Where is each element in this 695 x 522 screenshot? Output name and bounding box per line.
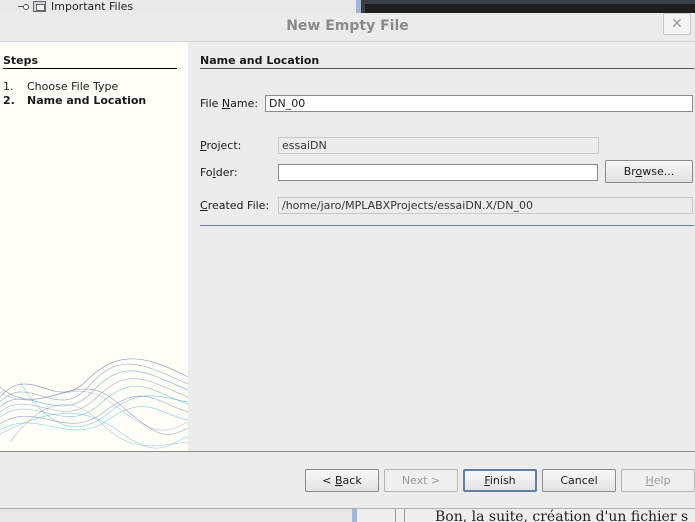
file-name-input[interactable]: DN_00 [265,95,693,112]
help-button[interactable]: Help [621,469,695,492]
background-editor-top [356,0,695,13]
section-separator [200,225,694,226]
background-document-text: Bon, la suite, création d'un fichier s [435,509,689,522]
tree-item-important-files[interactable]: Important Files [18,0,133,13]
dialog-titlebar[interactable]: New Empty File ✕ [0,13,695,42]
cancel-button[interactable]: Cancel [542,469,616,492]
folder-input[interactable] [278,164,598,181]
created-file-label: Created File: [200,199,270,212]
step-choose-file-type: 1. Choose File Type [3,80,119,93]
close-icon[interactable]: ✕ [663,13,691,35]
finish-button[interactable]: Finish [463,469,537,492]
step-name-and-location: 2. Name and Location [3,94,147,107]
new-empty-file-dialog: New Empty File ✕ Steps 1. Choose File Typ… [0,13,695,509]
tree-item-label: Important Files [51,0,134,13]
project-field: essaiDN [278,137,599,154]
tree-expand-icon[interactable] [18,2,29,12]
steps-panel: Steps 1. Choose File Type 2. Name and Loca… [0,42,188,451]
project-label: Project: [200,139,242,152]
next-button[interactable]: Next > [384,469,458,492]
dialog-title: New Empty File [286,18,409,34]
back-button[interactable]: < Back [305,469,379,492]
background-editor-bottom: Bon, la suite, création d'un fichier s [352,509,695,522]
section-title: Name and Location [200,54,694,69]
important-files-icon [33,1,46,12]
name-and-location-panel: Name and Location File Name: DN_00 Proje… [188,42,695,451]
browse-button[interactable]: Browse... [605,160,693,183]
folder-label: Folder: [200,166,238,179]
steps-heading: Steps [3,54,177,69]
button-bar-divider [0,451,695,452]
decorative-waves-graphic [0,358,188,449]
created-file-field: /home/jaro/MPLABXProjects/essaiDN.X/DN_0… [278,197,693,214]
file-name-label: File Name: [200,97,259,110]
